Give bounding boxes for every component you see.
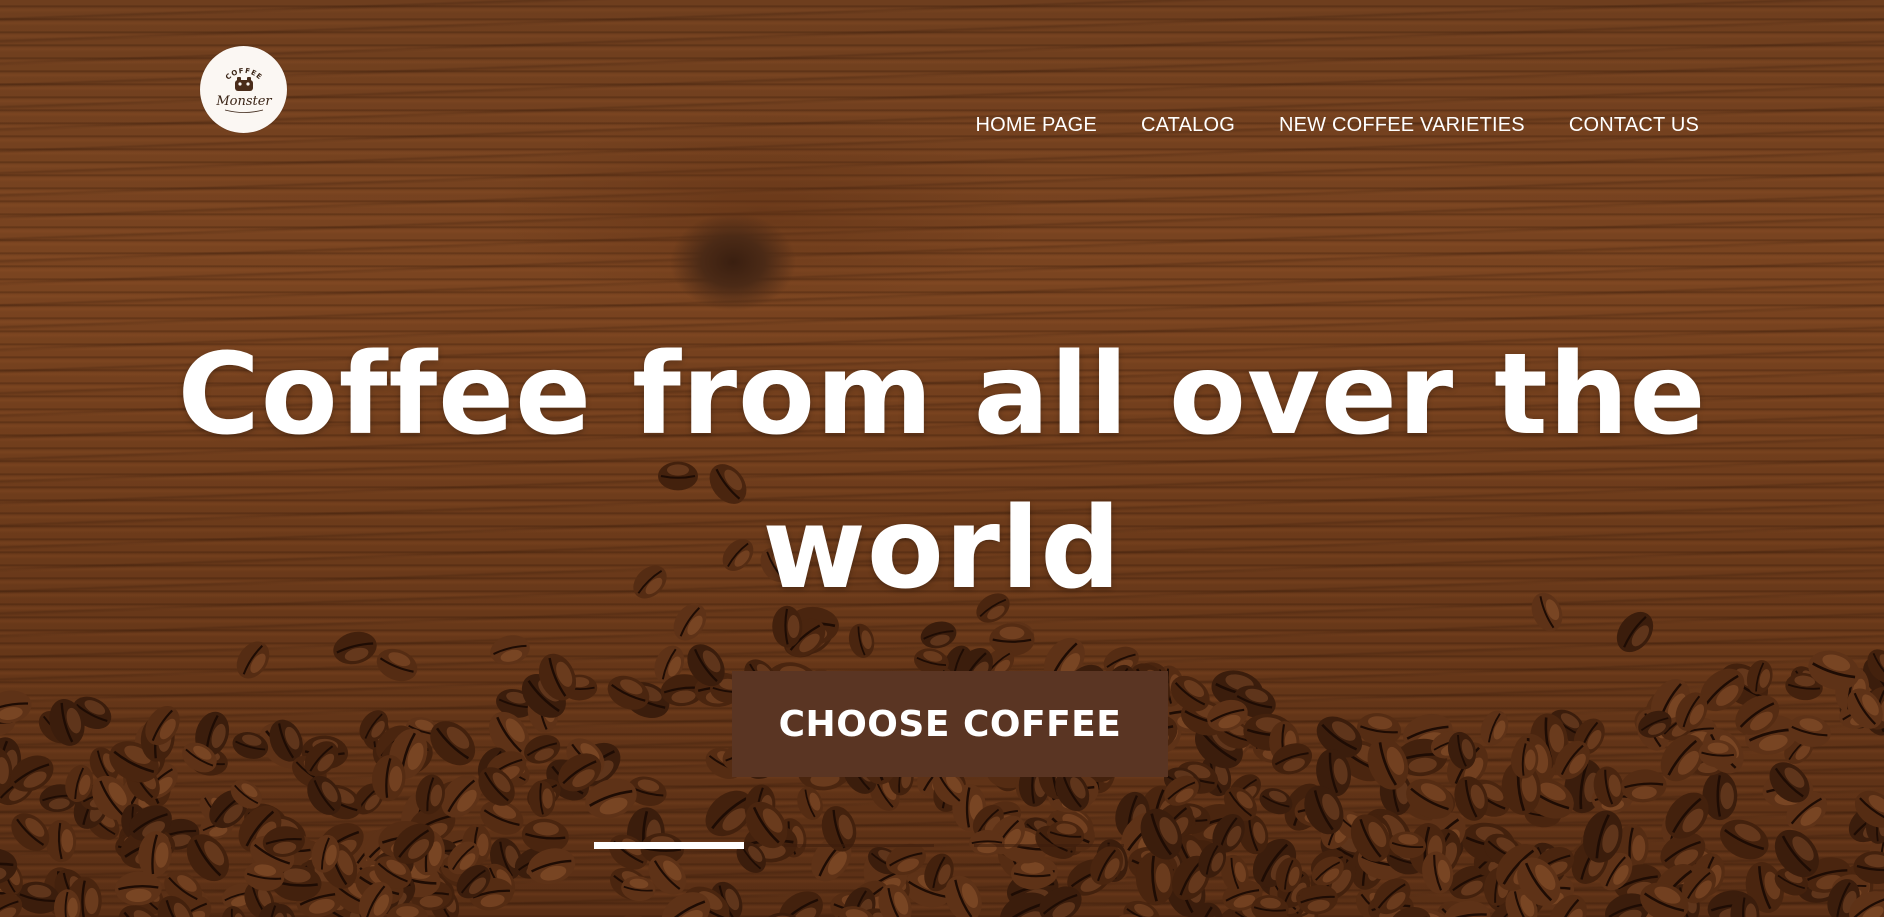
choose-coffee-button[interactable]: CHOOSE COFFEE bbox=[732, 671, 1168, 777]
brand-logo[interactable]: COFFEE Monster bbox=[200, 46, 287, 133]
svg-text:Monster: Monster bbox=[215, 94, 272, 109]
nav-catalog[interactable]: CATALOG bbox=[1141, 114, 1235, 137]
svg-text:COFFEE: COFFEE bbox=[224, 66, 264, 81]
coffee-monster-logo-icon: COFFEE Monster bbox=[215, 66, 272, 113]
hero-headline-line1: Coffee from all over the bbox=[177, 330, 1707, 460]
hero-headline-line2: world bbox=[762, 484, 1122, 614]
slider-dot-1[interactable] bbox=[594, 842, 744, 849]
hero-headline: Coffee from all over the world bbox=[0, 318, 1884, 626]
nav-home-page[interactable]: HOME PAGE bbox=[976, 114, 1097, 137]
nav-new-coffee-varieties[interactable]: NEW COFFEE VARIETIES bbox=[1279, 114, 1525, 137]
nav-contact-us[interactable]: CONTACT US bbox=[1569, 114, 1699, 137]
slider-indicator bbox=[594, 842, 1304, 852]
slider-dot-3[interactable] bbox=[974, 844, 1124, 847]
slider-dot-2[interactable] bbox=[784, 844, 934, 847]
main-navigation: HOME PAGE CATALOG NEW COFFEE VARIETIES C… bbox=[976, 114, 1700, 137]
